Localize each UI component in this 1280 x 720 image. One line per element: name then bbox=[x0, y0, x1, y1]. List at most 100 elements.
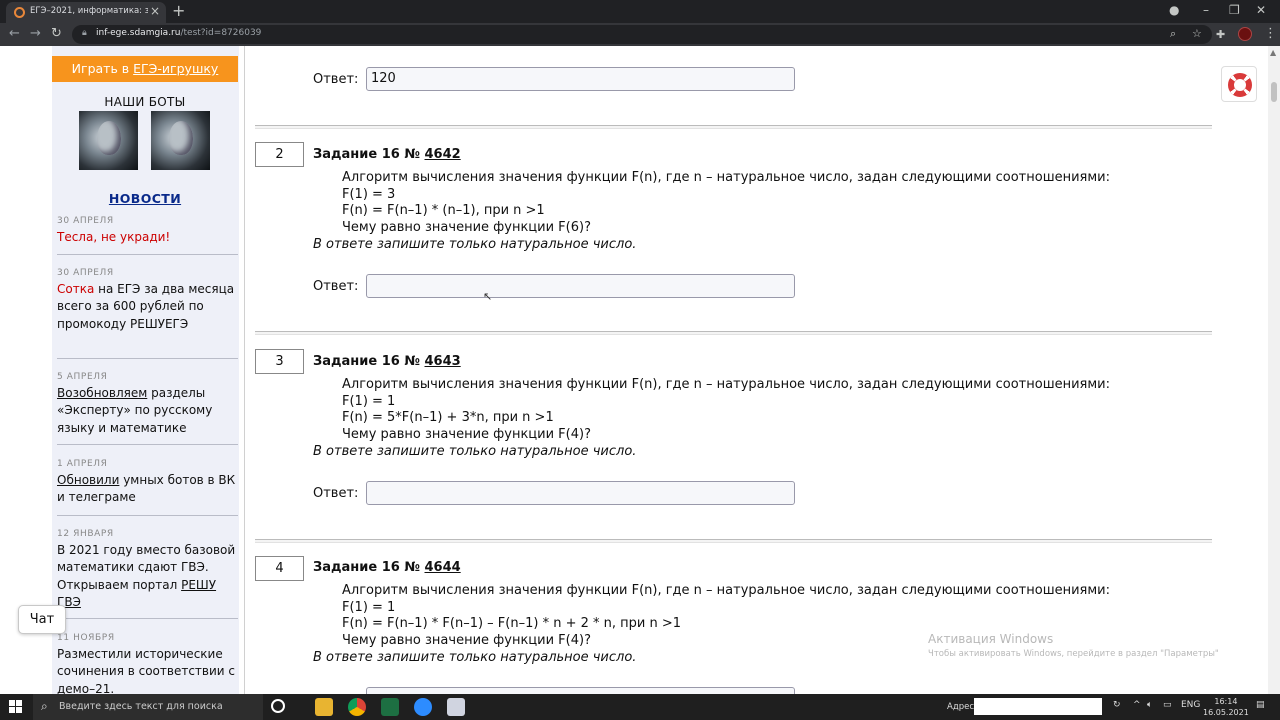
answer-input[interactable] bbox=[366, 481, 795, 505]
task-heading-text: Задание 16 № bbox=[313, 354, 425, 369]
notifications-icon[interactable]: ▤ bbox=[1256, 700, 1265, 710]
task-line: Алгоритм вычисления значения функции F(n… bbox=[342, 170, 1110, 185]
browser-tab[interactable]: ЕГЭ–2021, информатика: задачи, ответ × bbox=[6, 2, 166, 23]
scroll-thumb[interactable] bbox=[1271, 82, 1277, 102]
task-heading-text: Задание 16 № bbox=[313, 560, 425, 575]
play-game-prefix: Играть в bbox=[71, 61, 134, 76]
tab-close-icon[interactable]: × bbox=[150, 4, 160, 18]
task-divider bbox=[255, 125, 1212, 129]
task-heading: Задание 16 № 4643 bbox=[313, 354, 461, 369]
news-item: 30 АПРЕЛЯ Тесла, не укради! bbox=[57, 216, 238, 246]
play-game-link[interactable]: ЕГЭ-игрушку bbox=[133, 61, 218, 76]
news-divider bbox=[57, 618, 238, 619]
news-date: 1 АПРЕЛЯ bbox=[57, 459, 108, 469]
windows-taskbar: ⌕ Введите здесь текст для поиска Адрес ↻… bbox=[0, 694, 1280, 720]
address-toolbar-input[interactable] bbox=[974, 698, 1102, 715]
profile-avatar[interactable] bbox=[1238, 27, 1252, 41]
answer-label: Ответ: bbox=[313, 279, 359, 294]
zoom-icon[interactable]: ⌕ bbox=[1170, 27, 1176, 41]
browser-toolbar: ← → ↻ 🔒︎ inf-ege.sdamgia.ru/test?id=8726… bbox=[0, 23, 1280, 46]
tray-chevron-icon[interactable]: ^ bbox=[1133, 700, 1141, 710]
url-text: inf-ege.sdamgia.ru/test?id=8726039 bbox=[96, 28, 261, 38]
taskbar-clock[interactable]: 16:14 16.05.2021 bbox=[1203, 696, 1249, 718]
task-line: F(1) = 3 bbox=[342, 186, 396, 202]
bot-telegram-image[interactable] bbox=[151, 111, 210, 170]
answer-input[interactable] bbox=[366, 687, 795, 694]
task-id-link[interactable]: 4642 bbox=[425, 147, 461, 162]
sidebar: Играть в ЕГЭ-игрушку НАШИ БОТЫ НОВОСТИ 3… bbox=[52, 46, 239, 694]
network-icon[interactable]: ▭ bbox=[1163, 700, 1172, 710]
clock-date: 16.05.2021 bbox=[1203, 708, 1249, 717]
site-favicon-icon bbox=[14, 7, 25, 18]
page-scrollbar[interactable]: ▲ bbox=[1268, 46, 1280, 694]
zoom-app-icon[interactable] bbox=[414, 698, 432, 716]
forward-arrow-icon[interactable]: → bbox=[30, 26, 41, 41]
scroll-up-arrow-icon[interactable]: ▲ bbox=[1270, 48, 1276, 57]
windows-start-icon[interactable] bbox=[9, 700, 22, 713]
chrome-icon[interactable] bbox=[348, 698, 366, 716]
task-body: Алгоритм вычисления значения функции F(n… bbox=[342, 170, 1110, 236]
activation-text: Чтобы активировать Windows, перейдите в … bbox=[928, 649, 1219, 659]
restore-icon[interactable]: ❐ bbox=[1229, 3, 1240, 17]
excel-icon[interactable] bbox=[381, 698, 399, 716]
browser-menu-icon[interactable]: ⋮ bbox=[1264, 26, 1277, 41]
news-date: 12 ЯНВАРЯ bbox=[57, 529, 114, 539]
mouse-cursor-icon: ↖ bbox=[483, 290, 493, 303]
task-id-link[interactable]: 4643 bbox=[425, 354, 461, 369]
task-id-link[interactable]: 4644 bbox=[425, 560, 461, 575]
news-date: 11 НОЯБРЯ bbox=[57, 633, 115, 643]
new-tab-icon[interactable]: + bbox=[172, 1, 185, 20]
news-title[interactable]: НОВОСТИ bbox=[52, 191, 238, 206]
news-item: 12 ЯНВАРЯ В 2021 году вместо базовой мат… bbox=[57, 529, 238, 611]
volume-icon[interactable]: 🔈︎ bbox=[1147, 700, 1152, 710]
cortana-circle-icon[interactable] bbox=[271, 699, 285, 713]
news-link[interactable]: Сотка bbox=[57, 282, 94, 296]
windows-activation-watermark: Активация Windows Чтобы активировать Win… bbox=[928, 632, 1219, 659]
help-button[interactable] bbox=[1221, 66, 1257, 102]
address-bar[interactable]: 🔒︎ inf-ege.sdamgia.ru/test?id=8726039 ⌕ … bbox=[72, 25, 1212, 44]
document-app-icon[interactable] bbox=[447, 698, 465, 716]
lock-icon: 🔒︎ bbox=[82, 28, 87, 38]
play-game-button[interactable]: Играть в ЕГЭ-игрушку bbox=[52, 56, 238, 82]
task-note: В ответе запишите только натуральное чис… bbox=[313, 237, 637, 252]
bots-title: НАШИ БОТЫ bbox=[104, 95, 186, 109]
activation-title: Активация Windows bbox=[928, 632, 1054, 646]
news-link[interactable]: Тесла, не укради! bbox=[57, 230, 170, 244]
news-item: 30 АПРЕЛЯ Сотка на ЕГЭ за два месяца все… bbox=[57, 268, 238, 333]
task-line: F(n) = F(n–1) * (n–1), при n >1 bbox=[342, 203, 545, 219]
profile-circle-icon[interactable]: ● bbox=[1169, 3, 1179, 17]
minimize-icon[interactable]: – bbox=[1203, 3, 1209, 17]
news-link[interactable]: Обновили bbox=[57, 473, 119, 487]
news-date: 5 АПРЕЛЯ bbox=[57, 372, 108, 382]
address-toolbar-label: Адрес bbox=[947, 702, 974, 712]
task-line: F(1) = 1 bbox=[342, 393, 396, 409]
news-date: 30 АПРЕЛЯ bbox=[57, 216, 114, 226]
close-window-icon[interactable]: ✕ bbox=[1256, 3, 1266, 17]
task-line: F(n) = F(n–1) * F(n–1) – F(n–1) * n + 2 … bbox=[342, 616, 682, 632]
robot-head-icon bbox=[169, 121, 193, 155]
extensions-puzzle-icon[interactable]: ✚ bbox=[1216, 28, 1225, 41]
task-number: 4 bbox=[255, 556, 304, 581]
chat-button[interactable]: Чат bbox=[18, 605, 66, 634]
answer-label: Ответ: bbox=[313, 72, 359, 87]
file-explorer-icon[interactable] bbox=[315, 698, 333, 716]
news-text: Разместили исторические сочинения в соот… bbox=[57, 647, 236, 694]
task-line: Алгоритм вычисления значения функции F(n… bbox=[342, 583, 1110, 598]
task-note: В ответе запишите только натуральное чис… bbox=[313, 650, 637, 665]
reload-icon[interactable]: ↻ bbox=[51, 26, 62, 41]
browser-tab-bar: ЕГЭ–2021, информатика: задачи, ответ × +… bbox=[0, 0, 1280, 23]
news-divider bbox=[57, 358, 238, 359]
bookmark-star-icon[interactable]: ☆ bbox=[1192, 27, 1202, 40]
language-indicator[interactable]: ENG bbox=[1181, 700, 1200, 710]
search-icon: ⌕ bbox=[41, 699, 48, 713]
taskbar-search-box[interactable]: ⌕ Введите здесь текст для поиска bbox=[33, 694, 263, 720]
answer-input[interactable]: 120 bbox=[366, 67, 795, 91]
answer-input[interactable] bbox=[366, 274, 795, 298]
go-arrow-icon[interactable]: ↻ bbox=[1113, 700, 1121, 710]
answer-label: Ответ: bbox=[313, 486, 359, 501]
bot-vk-image[interactable] bbox=[79, 111, 138, 170]
news-link[interactable]: Возобновляем bbox=[57, 386, 147, 400]
back-arrow-icon[interactable]: ← bbox=[9, 26, 20, 41]
task-body: Алгоритм вычисления значения функции F(n… bbox=[342, 377, 1110, 443]
task-heading: Задание 16 № 4642 bbox=[313, 147, 461, 162]
